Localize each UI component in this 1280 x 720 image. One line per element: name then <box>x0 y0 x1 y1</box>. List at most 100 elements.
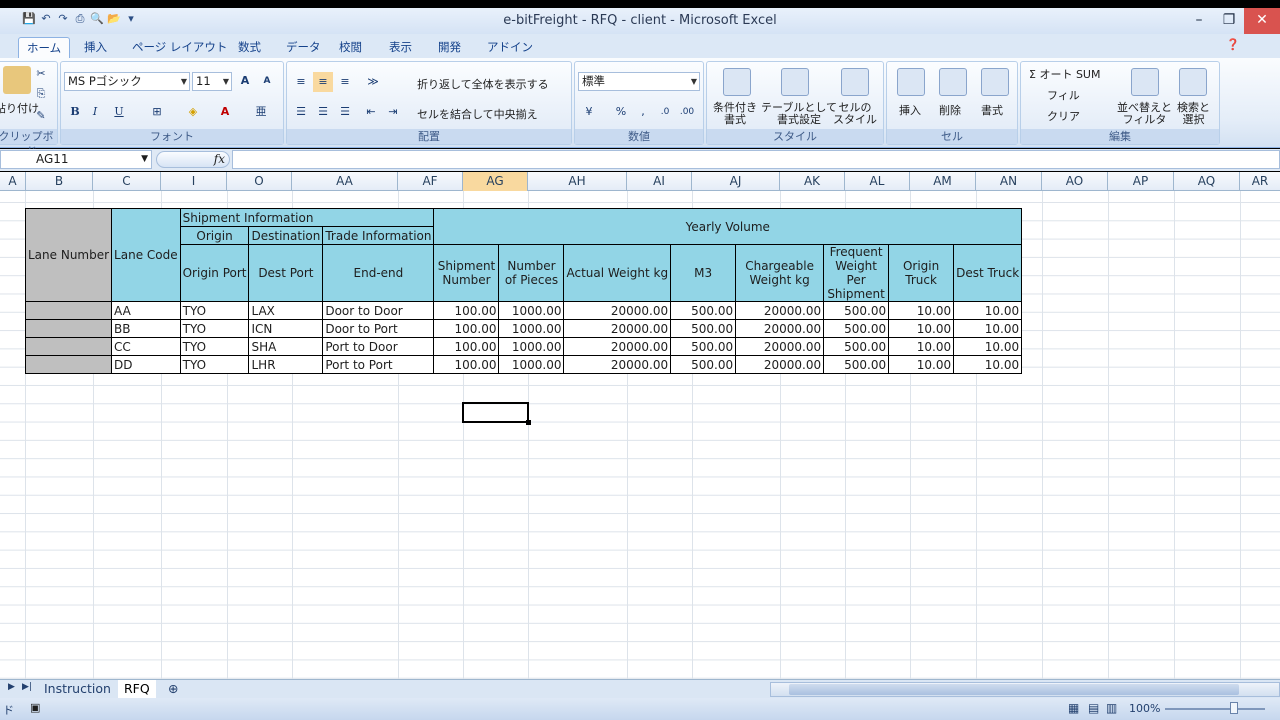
dest-port-cell[interactable]: SHA <box>248 337 324 356</box>
borders-icon[interactable]: ⊞ <box>147 102 167 122</box>
lane-number-cell[interactable] <box>24 355 113 374</box>
volume-cell[interactable]: 500.00 <box>670 301 737 320</box>
volume-cell[interactable]: 20000.00 <box>735 319 825 338</box>
dest-port-header[interactable]: Dest Port <box>248 244 324 302</box>
decrease-decimal-icon[interactable]: .00 <box>677 102 697 122</box>
italic-button[interactable]: I <box>85 102 105 122</box>
help-icon[interactable]: ❓ <box>1226 38 1240 51</box>
format-as-table-button[interactable]: テーブルとして 書式設定 <box>761 102 837 126</box>
volume-cell[interactable]: 1000.00 <box>498 319 565 338</box>
comma-icon[interactable]: , <box>633 102 653 122</box>
volume-cell[interactable]: 20000.00 <box>735 301 825 320</box>
volume-cell[interactable]: 10.00 <box>953 337 1023 356</box>
trade-cell[interactable]: Port to Door <box>322 337 435 356</box>
percent-icon[interactable]: % <box>611 102 631 122</box>
column-header-i[interactable]: I <box>161 172 227 191</box>
tab-view[interactable]: 表示 <box>381 37 420 58</box>
fill-button[interactable]: フィル <box>1047 87 1080 103</box>
orientation-icon[interactable]: ≫ <box>363 72 383 92</box>
cell-styles-icon[interactable] <box>841 68 869 96</box>
column-header-af[interactable]: AF <box>398 172 463 191</box>
sheet-tab-instruction[interactable]: Instruction <box>38 680 117 698</box>
column-header-ak[interactable]: AK <box>780 172 845 191</box>
dest-truck-header[interactable]: Dest Truck <box>953 244 1023 302</box>
tab-data[interactable]: データ <box>278 37 329 58</box>
sort-filter-button[interactable]: 並べ替えと フィルタ <box>1117 102 1172 126</box>
volume-cell[interactable]: 100.00 <box>433 319 500 338</box>
tab-formulas[interactable]: 数式 <box>230 37 269 58</box>
restore-button[interactable]: ❐ <box>1214 8 1244 34</box>
minimize-button[interactable]: – <box>1184 8 1214 34</box>
column-header-ag[interactable]: AG <box>463 172 528 191</box>
number-of-pieces-header[interactable]: Number of Pieces <box>498 244 565 302</box>
column-header-c[interactable]: C <box>93 172 161 191</box>
fill-color-icon[interactable]: ◈ <box>183 102 203 122</box>
column-header-ar[interactable]: AR <box>1240 172 1280 191</box>
column-header-a[interactable]: A <box>0 172 26 191</box>
volume-cell[interactable]: 10.00 <box>888 337 955 356</box>
column-header-ah[interactable]: AH <box>528 172 627 191</box>
zoom-level[interactable]: 100% <box>1129 702 1160 715</box>
insert-function-button[interactable]: fx <box>156 151 230 168</box>
volume-cell[interactable]: 1000.00 <box>498 337 565 356</box>
lane-number-cell[interactable] <box>24 319 113 338</box>
volume-cell[interactable]: 100.00 <box>433 301 500 320</box>
sheet-tab-rfq[interactable]: RFQ <box>118 680 156 698</box>
origin-port-cell[interactable]: TYO <box>179 355 250 374</box>
volume-cell[interactable]: 20000.00 <box>563 355 672 374</box>
volume-cell[interactable]: 100.00 <box>433 355 500 374</box>
increase-decimal-icon[interactable]: .0 <box>655 102 675 122</box>
column-header-aa[interactable]: AA <box>292 172 398 191</box>
font-color-icon[interactable]: A <box>215 102 235 122</box>
origin-port-header[interactable]: Origin Port <box>179 244 250 302</box>
volume-cell[interactable]: 20000.00 <box>735 355 825 374</box>
formula-input[interactable] <box>232 150 1280 169</box>
lane-code-cell[interactable]: CC <box>111 337 181 356</box>
copy-icon[interactable]: ⎘ <box>31 84 51 104</box>
cut-icon[interactable]: ✂ <box>31 64 51 84</box>
align-left-icon[interactable]: ☰ <box>291 102 311 122</box>
origin-truck-header[interactable]: Origin Truck <box>888 244 955 302</box>
delete-button[interactable]: 削除 <box>939 102 961 118</box>
volume-cell[interactable]: 10.00 <box>888 355 955 374</box>
autosum-button[interactable]: Σ オート SUM <box>1029 66 1100 82</box>
dest-port-cell[interactable]: LAX <box>248 301 324 320</box>
currency-icon[interactable]: ¥ <box>579 102 599 122</box>
lane-code-cell[interactable]: BB <box>111 319 181 338</box>
align-top-icon[interactable]: ≡ <box>291 72 311 92</box>
lane-code-cell[interactable]: AA <box>111 301 181 320</box>
column-header-o[interactable]: O <box>227 172 292 191</box>
yearly-volume-header[interactable]: Yearly Volume <box>433 208 1023 245</box>
volume-cell[interactable]: 500.00 <box>670 337 737 356</box>
conditional-format-button[interactable]: 条件付き 書式 <box>713 102 757 126</box>
origin-header[interactable]: Origin <box>179 226 250 245</box>
worksheet[interactable]: Lane Number Lane Code Shipment Informati… <box>0 191 1280 679</box>
origin-port-cell[interactable]: TYO <box>179 319 250 338</box>
column-header-b[interactable]: B <box>26 172 93 191</box>
volume-cell[interactable]: 500.00 <box>670 319 737 338</box>
font-name-select[interactable]: MS Pゴシック ▼ <box>64 72 190 91</box>
destination-header[interactable]: Destination <box>248 226 324 245</box>
volume-cell[interactable]: 20000.00 <box>735 337 825 356</box>
lane-code-header[interactable]: Lane Code <box>111 208 181 302</box>
dest-port-cell[interactable]: LHR <box>248 355 324 374</box>
lane-number-cell[interactable] <box>24 337 113 356</box>
insert-button[interactable]: 挿入 <box>899 102 921 118</box>
scroll-thumb[interactable] <box>789 684 1239 695</box>
horizontal-scrollbar[interactable] <box>770 682 1280 697</box>
lane-number-header[interactable]: Lane Number <box>24 208 113 302</box>
number-format-select[interactable]: 標準 ▼ <box>578 72 700 91</box>
format-painter-icon[interactable]: ✎ <box>31 106 51 126</box>
wrap-text-button[interactable]: 折り返して全体を表示する <box>417 76 549 92</box>
volume-cell[interactable]: 20000.00 <box>563 301 672 320</box>
tab-home[interactable]: ホーム <box>18 37 71 58</box>
cell-styles-button[interactable]: セルの スタイル <box>833 102 877 126</box>
macro-record-icon[interactable]: ▣ <box>30 701 40 714</box>
last-sheet-icon[interactable]: ▶| <box>22 682 32 692</box>
find-select-icon[interactable] <box>1179 68 1207 96</box>
normal-view-icon[interactable]: ▦ <box>1068 701 1079 715</box>
column-header-aj[interactable]: AJ <box>692 172 780 191</box>
volume-cell[interactable]: 10.00 <box>953 301 1023 320</box>
volume-cell[interactable]: 20000.00 <box>563 337 672 356</box>
volume-cell[interactable]: 500.00 <box>823 319 890 338</box>
